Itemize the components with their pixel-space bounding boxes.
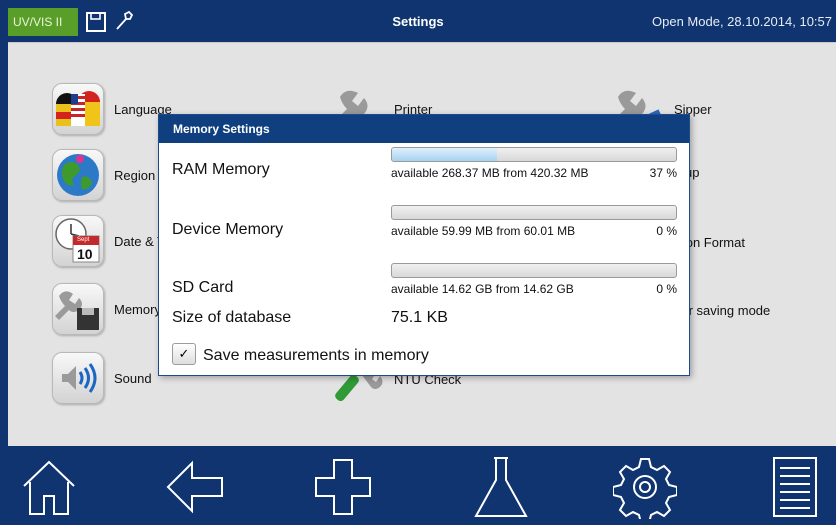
back-arrow-icon bbox=[164, 456, 226, 523]
sd-card-label: SD Card bbox=[172, 279, 234, 296]
calendar-month-label: Sept bbox=[77, 237, 90, 243]
top-bar: UV/VIS II Settings Open Mode, 28.10.2014… bbox=[0, 0, 836, 42]
bottom-nav bbox=[0, 447, 836, 525]
ram-memory-percent: 37 % bbox=[649, 166, 677, 180]
settings-item-label: Sound bbox=[114, 370, 152, 386]
sd-card-info: available 14.62 GB from 14.62 GB bbox=[391, 282, 574, 296]
database-size-value: 75.1 KB bbox=[391, 309, 448, 326]
device-memory-percent: 0 % bbox=[656, 224, 677, 238]
device-memory-info: available 59.99 MB from 60.01 MB bbox=[391, 224, 576, 238]
calendar-day-label: 10 bbox=[77, 246, 93, 262]
ram-progress-fill bbox=[392, 148, 498, 161]
save-measurements-label[interactable]: Save measurements in memory bbox=[203, 347, 429, 365]
home-button[interactable] bbox=[14, 455, 84, 523]
globe-icon bbox=[52, 149, 104, 201]
menu-button[interactable] bbox=[760, 455, 830, 523]
settings-item-label: Region bbox=[114, 167, 156, 183]
save-measurements-checkbox[interactable]: ✓ bbox=[172, 343, 196, 365]
sd-progress-bar bbox=[391, 263, 677, 278]
add-button[interactable] bbox=[308, 455, 378, 523]
flask-icon bbox=[470, 454, 532, 525]
settings-item-label: Memory bbox=[114, 301, 161, 317]
database-size-label: Size of database bbox=[172, 309, 292, 326]
settings-item-memory[interactable]: Memory bbox=[52, 283, 161, 335]
settings-item-date-time[interactable]: Sept 10 Date & T bbox=[52, 215, 165, 267]
memory-settings-dialog: Memory Settings RAM Memory available 268… bbox=[158, 114, 690, 376]
calendar-clock-icon: Sept 10 bbox=[52, 215, 104, 267]
device-memory-label: Device Memory bbox=[172, 221, 284, 238]
ram-memory-info: available 268.37 MB from 420.32 MB bbox=[391, 166, 589, 180]
wrench-disk-icon bbox=[52, 283, 104, 335]
flags-icon bbox=[52, 83, 104, 135]
ram-memory-label: RAM Memory bbox=[172, 161, 270, 178]
back-button[interactable] bbox=[160, 455, 230, 523]
home-icon bbox=[18, 456, 80, 523]
sd-card-percent: 0 % bbox=[656, 282, 677, 296]
ram-progress-bar bbox=[391, 147, 677, 162]
settings-item-region[interactable]: Region bbox=[52, 149, 155, 201]
device-progress-bar bbox=[391, 205, 677, 220]
gear-icon bbox=[612, 455, 678, 524]
settings-item-sound[interactable]: Sound bbox=[52, 352, 152, 404]
status-text: Open Mode, 28.10.2014, 10:57 bbox=[652, 14, 832, 29]
list-icon bbox=[770, 456, 820, 523]
plus-icon bbox=[312, 456, 374, 523]
settings-item-language[interactable]: Language bbox=[52, 83, 172, 135]
settings-button[interactable] bbox=[610, 455, 680, 524]
speaker-icon bbox=[52, 352, 104, 404]
flask-button[interactable] bbox=[466, 455, 536, 523]
dialog-title: Memory Settings bbox=[159, 115, 689, 143]
